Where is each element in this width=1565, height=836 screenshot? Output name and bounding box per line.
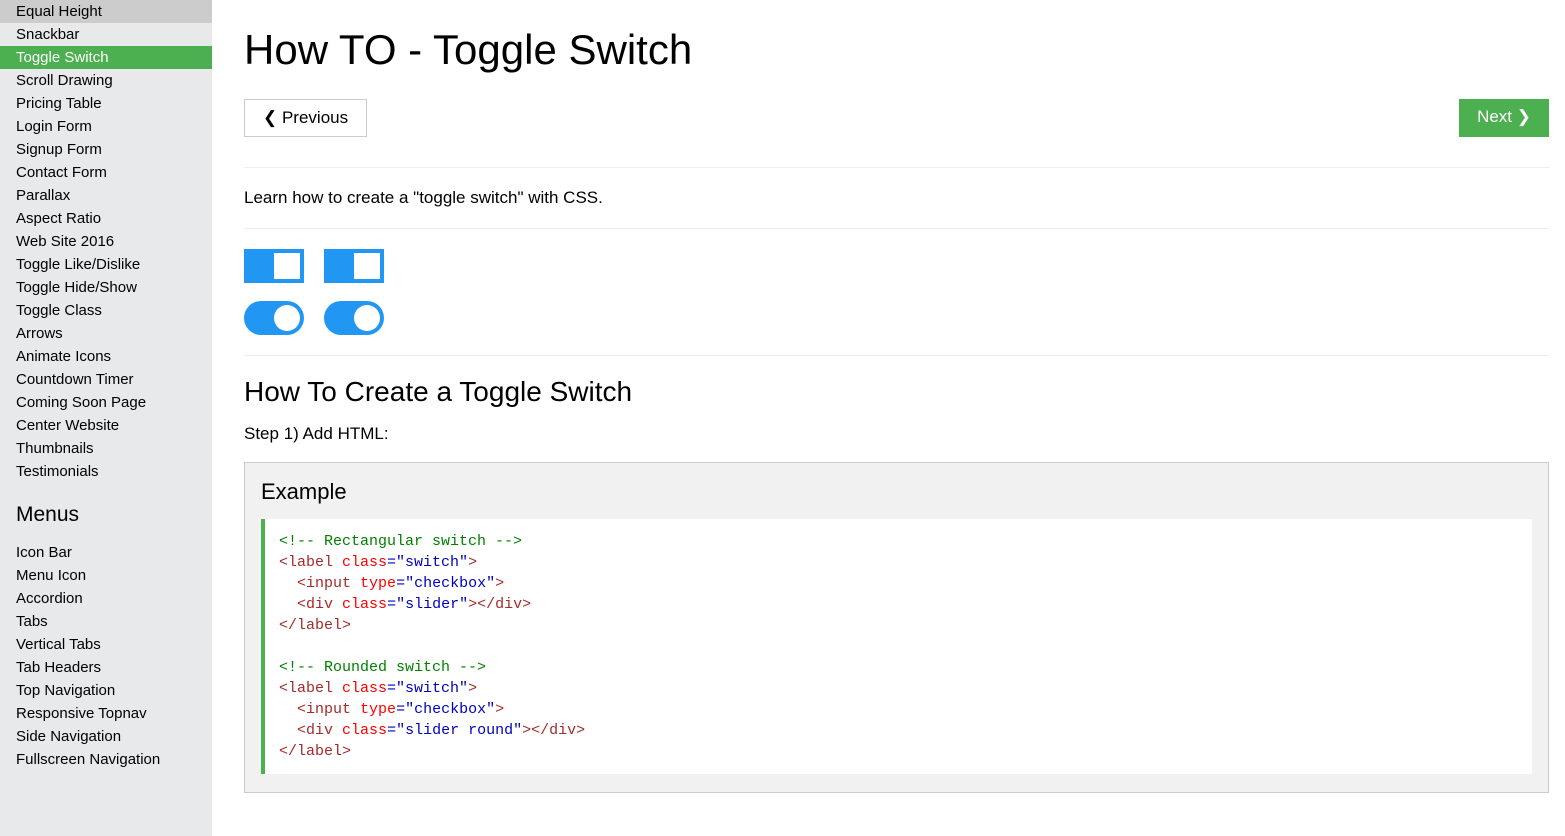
sidebar-item-3[interactable]: Scroll Drawing <box>0 69 212 92</box>
sidebar-item-15[interactable]: Animate Icons <box>0 345 212 368</box>
sidebar: Equal HeightSnackbarToggle SwitchScroll … <box>0 0 212 836</box>
example-box: Example <!-- Rectangular switch --> <lab… <box>244 462 1549 793</box>
sidebar-item-4[interactable]: Pricing Table <box>0 92 212 115</box>
code-block: <!-- Rectangular switch --> <label class… <box>261 519 1532 774</box>
sidebar-item-19[interactable]: Thumbnails <box>0 437 212 460</box>
sidebar-item-12[interactable]: Toggle Hide/Show <box>0 276 212 299</box>
sidebar-menu-item-9[interactable]: Fullscreen Navigation <box>0 748 212 771</box>
toggle-switch-round-on-1[interactable] <box>244 301 304 335</box>
sidebar-item-17[interactable]: Coming Soon Page <box>0 391 212 414</box>
sidebar-item-7[interactable]: Contact Form <box>0 161 212 184</box>
main-content: How TO - Toggle Switch ❮ Previous Next ❯… <box>212 0 1565 836</box>
toggle-switch-round-on-2[interactable] <box>324 301 384 335</box>
sidebar-item-10[interactable]: Web Site 2016 <box>0 230 212 253</box>
sidebar-menu-item-6[interactable]: Top Navigation <box>0 679 212 702</box>
sidebar-item-16[interactable]: Countdown Timer <box>0 368 212 391</box>
previous-button[interactable]: ❮ Previous <box>244 99 367 137</box>
section-title: How To Create a Toggle Switch <box>244 376 1549 408</box>
sidebar-menu-item-2[interactable]: Accordion <box>0 587 212 610</box>
sidebar-item-20[interactable]: Testimonials <box>0 460 212 483</box>
divider <box>244 355 1549 356</box>
sidebar-item-8[interactable]: Parallax <box>0 184 212 207</box>
switch-demo-row-round <box>244 301 1549 335</box>
toggle-switch-rect-on-1[interactable] <box>244 249 304 283</box>
example-title: Example <box>261 479 1532 505</box>
sidebar-heading-menus: Menus <box>0 493 212 531</box>
sidebar-item-13[interactable]: Toggle Class <box>0 299 212 322</box>
sidebar-item-11[interactable]: Toggle Like/Dislike <box>0 253 212 276</box>
sidebar-menu-item-1[interactable]: Menu Icon <box>0 564 212 587</box>
sidebar-item-2[interactable]: Toggle Switch <box>0 46 212 69</box>
sidebar-item-5[interactable]: Login Form <box>0 115 212 138</box>
divider <box>244 167 1549 168</box>
intro-text: Learn how to create a "toggle switch" wi… <box>244 188 1549 208</box>
divider <box>244 228 1549 229</box>
toggle-switch-rect-on-2[interactable] <box>324 249 384 283</box>
sidebar-menu-item-5[interactable]: Tab Headers <box>0 656 212 679</box>
sidebar-item-0[interactable]: Equal Height <box>0 0 212 23</box>
step-1-label: Step 1) Add HTML: <box>244 424 1549 444</box>
sidebar-menu-item-0[interactable]: Icon Bar <box>0 541 212 564</box>
sidebar-menu-item-4[interactable]: Vertical Tabs <box>0 633 212 656</box>
switch-demo-row-rect <box>244 249 1549 283</box>
next-button[interactable]: Next ❯ <box>1459 99 1549 137</box>
sidebar-menu-item-3[interactable]: Tabs <box>0 610 212 633</box>
sidebar-item-9[interactable]: Aspect Ratio <box>0 207 212 230</box>
sidebar-item-18[interactable]: Center Website <box>0 414 212 437</box>
sidebar-item-14[interactable]: Arrows <box>0 322 212 345</box>
page-title: How TO - Toggle Switch <box>244 26 1549 74</box>
sidebar-item-6[interactable]: Signup Form <box>0 138 212 161</box>
sidebar-menu-item-8[interactable]: Side Navigation <box>0 725 212 748</box>
sidebar-item-1[interactable]: Snackbar <box>0 23 212 46</box>
sidebar-menu-item-7[interactable]: Responsive Topnav <box>0 702 212 725</box>
